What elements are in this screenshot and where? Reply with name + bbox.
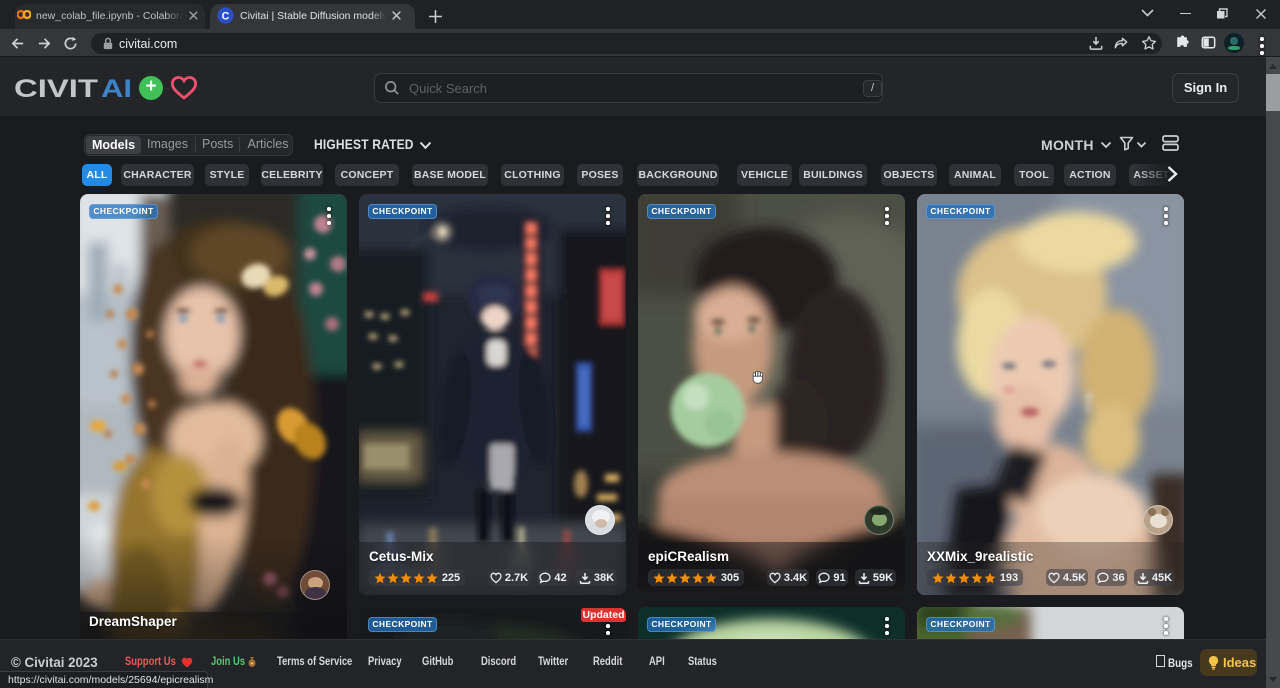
- svg-text:C: C: [222, 10, 230, 22]
- svg-text:AI: AI: [101, 75, 132, 102]
- svg-text:CIVIT: CIVIT: [14, 75, 98, 102]
